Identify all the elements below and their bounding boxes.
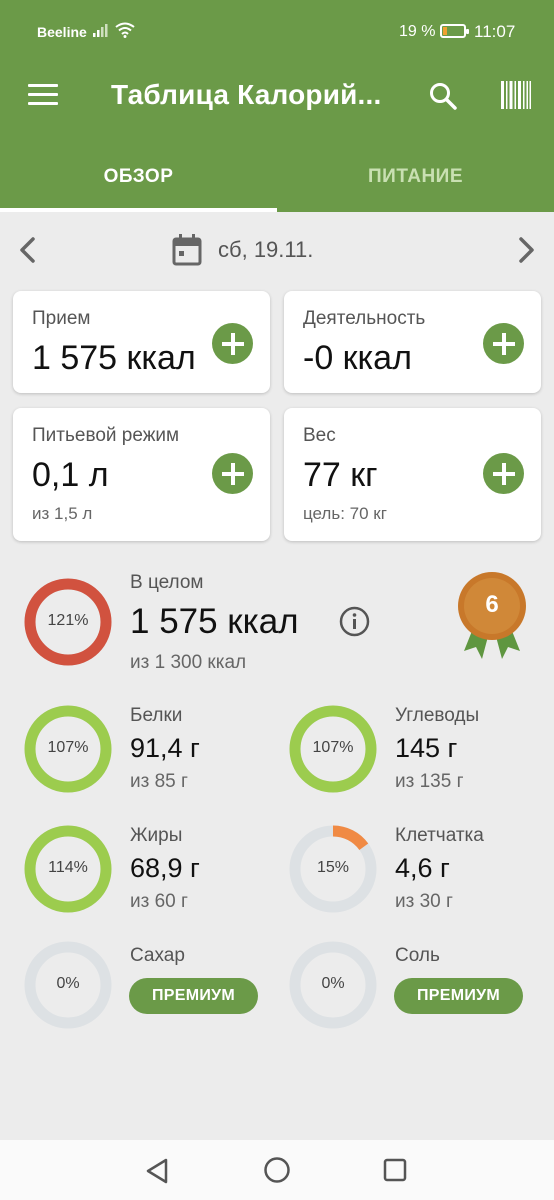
salt-progress-ring: 0%	[289, 941, 377, 1029]
salt-percent: 0%	[321, 975, 345, 992]
overall-percent: 121%	[47, 612, 89, 629]
water-goal: из 1,5 л	[32, 504, 93, 523]
wifi-icon	[115, 22, 135, 38]
overall-progress-ring: 121%	[24, 578, 112, 666]
carbs-progress-ring: 107%	[289, 705, 377, 793]
overall-goal: из 1 300 ккал	[130, 652, 247, 673]
home-icon[interactable]	[263, 1156, 291, 1184]
weight-card[interactable]: Вес 77 кг цель: 70 кг	[284, 408, 541, 541]
achievement-badge[interactable]: 6	[458, 571, 526, 661]
intake-label: Прием	[32, 308, 91, 329]
fiber-label: Клетчатка	[395, 825, 484, 846]
add-activity-button[interactable]	[483, 323, 524, 364]
battery-icon	[440, 24, 469, 38]
add-water-button[interactable]	[212, 453, 253, 494]
current-date[interactable]: сб, 19.11.	[218, 237, 313, 263]
tab-bar: ОБЗОР ПИТАНИЕ	[0, 148, 554, 212]
barcode-icon[interactable]	[501, 81, 531, 109]
battery-percent: 19 %	[399, 23, 436, 40]
fiber-percent: 15%	[316, 859, 350, 876]
overall-value: 1 575 ккал	[130, 602, 299, 641]
info-icon[interactable]	[339, 606, 370, 637]
tab-nutrition[interactable]: ПИТАНИЕ	[277, 148, 554, 212]
activity-value: -0 ккал	[303, 339, 412, 377]
water-value: 0,1 л	[32, 456, 109, 494]
recent-apps-icon[interactable]	[383, 1158, 407, 1182]
badge-number: 6	[485, 591, 499, 618]
search-icon[interactable]	[428, 81, 458, 111]
chevron-right-icon[interactable]	[514, 236, 538, 264]
intake-value: 1 575 ккал	[32, 339, 196, 377]
carrier-name: Beeline	[37, 24, 87, 40]
fat-progress-ring: 114%	[24, 825, 112, 913]
protein-value: 91,4 г	[130, 733, 200, 763]
fat-value: 68,9 г	[130, 853, 200, 883]
status-bar: Beeline 19 % 11:07	[0, 0, 554, 64]
fiber-value: 4,6 г	[395, 853, 450, 883]
protein-label: Белки	[130, 705, 183, 726]
clock: 11:07	[474, 22, 516, 41]
carbs-label: Углеводы	[395, 705, 480, 726]
protein-percent: 107%	[47, 739, 89, 756]
signal-icon	[93, 24, 108, 37]
chevron-left-icon[interactable]	[16, 236, 40, 264]
protein-progress-ring: 107%	[24, 705, 112, 793]
water-label: Питьевой режим	[32, 425, 180, 446]
fiber-progress-ring: 15%	[289, 825, 377, 913]
activity-card[interactable]: Деятельность -0 ккал	[284, 291, 541, 393]
intake-card[interactable]: Прием 1 575 ккал	[13, 291, 270, 393]
weight-goal: цель: 70 кг	[303, 504, 387, 523]
sugar-premium-button[interactable]: ПРЕМИУМ	[129, 978, 258, 1014]
tab-indicator	[0, 208, 277, 212]
overall-label: В целом	[130, 572, 204, 593]
protein-goal: из 85 г	[130, 771, 188, 792]
sugar-label: Сахар	[130, 945, 185, 966]
weight-label: Вес	[303, 425, 336, 446]
fiber-goal: из 30 г	[395, 891, 453, 912]
toolbar: Таблица Калорий...	[0, 64, 554, 128]
salt-premium-button[interactable]: ПРЕМИУМ	[394, 978, 523, 1014]
fat-label: Жиры	[130, 825, 183, 846]
hamburger-menu-icon[interactable]	[28, 84, 58, 108]
water-card[interactable]: Питьевой режим 0,1 л из 1,5 л	[13, 408, 270, 541]
activity-label: Деятельность	[303, 308, 426, 329]
add-weight-button[interactable]	[483, 453, 524, 494]
sugar-progress-ring: 0%	[24, 941, 112, 1029]
sugar-percent: 0%	[56, 975, 80, 992]
battery-level	[443, 27, 448, 35]
carbs-percent: 107%	[312, 739, 354, 756]
back-icon[interactable]	[144, 1157, 170, 1185]
app-header: Beeline 19 % 11:07 Таблица Калорий... ОБ…	[0, 0, 554, 212]
date-navigator: сб, 19.11.	[0, 226, 554, 274]
carbs-goal: из 135 г	[395, 771, 464, 792]
tab-overview[interactable]: ОБЗОР	[0, 148, 277, 212]
carbs-value: 145 г	[395, 733, 458, 763]
weight-value: 77 кг	[303, 456, 378, 494]
system-navigation-bar	[0, 1140, 554, 1200]
calendar-icon[interactable]	[172, 234, 202, 266]
fat-goal: из 60 г	[130, 891, 188, 912]
fat-percent: 114%	[48, 859, 88, 876]
salt-label: Соль	[395, 945, 440, 966]
add-intake-button[interactable]	[212, 323, 253, 364]
app-title: Таблица Калорий...	[111, 79, 382, 110]
